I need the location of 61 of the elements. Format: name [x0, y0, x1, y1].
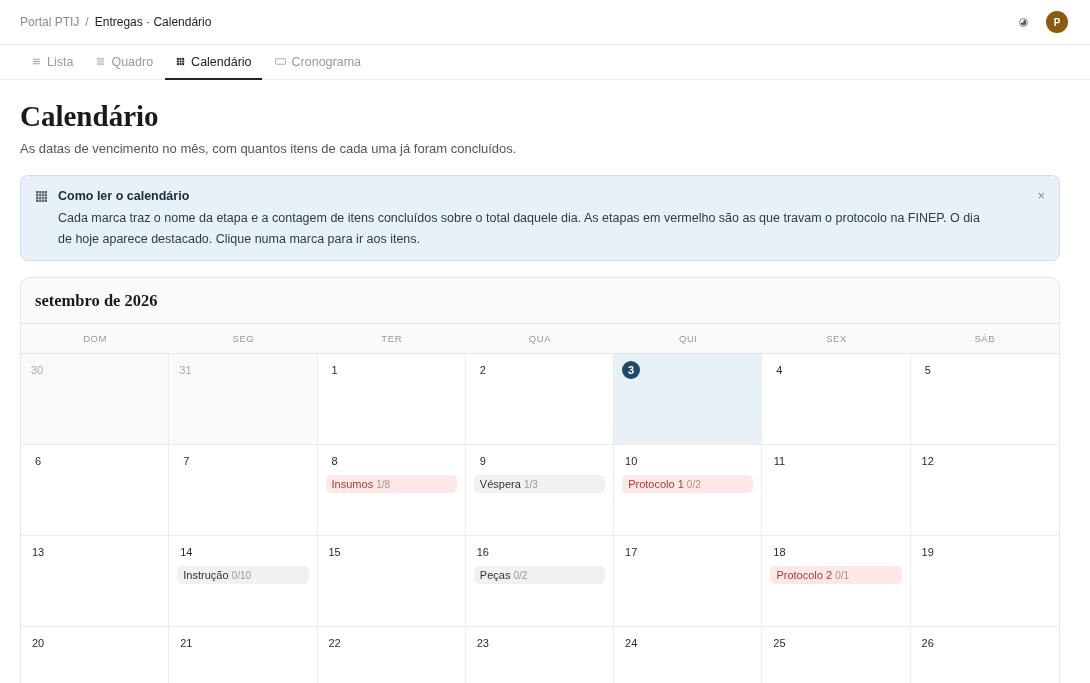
day-number: 24 — [624, 636, 639, 651]
banner-title: Como ler o calendário — [58, 188, 191, 205]
day-number: 14 — [179, 545, 194, 560]
deadline-tag[interactable]: Véspera 1/3 — [473, 475, 606, 493]
day-number: 18 — [772, 545, 787, 560]
grid-icon — [36, 191, 47, 202]
day-number: 25 — [772, 636, 787, 651]
breadcrumb-link[interactable]: Portal PTIJ — [20, 15, 80, 29]
bar-icon — [274, 58, 286, 65]
day-number: 19 — [920, 545, 935, 560]
view-tab[interactable]: Quadro — [85, 45, 164, 80]
rows-icon — [96, 57, 106, 66]
list-icon — [32, 57, 41, 66]
weekday-label: TER — [381, 333, 403, 344]
day-number: 26 — [920, 636, 935, 651]
month-title: setembro de 2026 — [35, 290, 158, 311]
day-number: 16 — [475, 545, 490, 560]
day-number: 5 — [923, 363, 932, 378]
day-number: 3 — [622, 361, 641, 379]
day-number: 22 — [327, 636, 342, 651]
view-tab[interactable]: Lista — [21, 45, 84, 80]
day-number: 30 — [30, 363, 45, 378]
day-number: 21 — [179, 636, 194, 651]
day-number: 1 — [330, 363, 339, 378]
day-number: 12 — [920, 454, 935, 469]
weekday-label: QUI — [678, 333, 698, 344]
view-tab[interactable]: Cronograma — [263, 45, 372, 80]
weekday-label: DOM — [83, 333, 108, 344]
day-number: 13 — [30, 545, 46, 560]
day-number: 2 — [478, 363, 487, 378]
deadline-tag[interactable]: Protocolo 2 0/1 — [770, 566, 902, 584]
day-number: 10 — [624, 454, 639, 469]
banner-text: Cada marca traz o nome da etapa e a contagem de itens concluídos sobre o total daquele dia. As etapas em vermelho são as que travam o protocolo na FINEP. O dia de hoje aparece destacado. Clique numa marca para ir aos itens. — [58, 210, 981, 248]
day-number: 8 — [330, 454, 339, 469]
page-subtitle: As datas de vencimento no mês, com quantos itens de cada uma já foram concluídos. — [20, 140, 518, 158]
deadline-tag[interactable]: Protocolo 1 0/2 — [622, 475, 754, 493]
day-number: 17 — [624, 545, 639, 560]
grid-icon — [176, 57, 186, 66]
avatar[interactable]: P — [1046, 11, 1068, 33]
deadline-tag[interactable]: Peças 0/2 — [473, 566, 606, 584]
breadcrumb-separator: / — [85, 15, 89, 29]
view-tab[interactable]: Calendário — [165, 45, 262, 80]
day-number: 9 — [478, 454, 487, 469]
pie-icon[interactable] — [1019, 17, 1028, 27]
close-button[interactable]: × — [1035, 187, 1047, 205]
day-number: 20 — [30, 636, 46, 651]
day-number: 6 — [33, 454, 43, 469]
day-number: 15 — [327, 545, 342, 560]
weekday-label: QUA — [528, 333, 552, 344]
day-number: 23 — [475, 636, 490, 651]
weekday-label: SÁB — [974, 333, 996, 344]
day-number: 4 — [775, 363, 784, 378]
day-number: 31 — [178, 363, 193, 378]
page-title: Calendário — [20, 99, 160, 133]
breadcrumb-current: Entregas · Calendário — [94, 15, 212, 29]
deadline-tag[interactable]: Insumos 1/8 — [325, 475, 457, 493]
weekday-label: SEX — [826, 333, 847, 344]
deadline-tag[interactable]: Instrução 0/10 — [177, 566, 309, 584]
day-number: 11 — [772, 454, 787, 469]
day-number: 7 — [182, 454, 191, 469]
weekday-label: SEG — [232, 333, 255, 344]
